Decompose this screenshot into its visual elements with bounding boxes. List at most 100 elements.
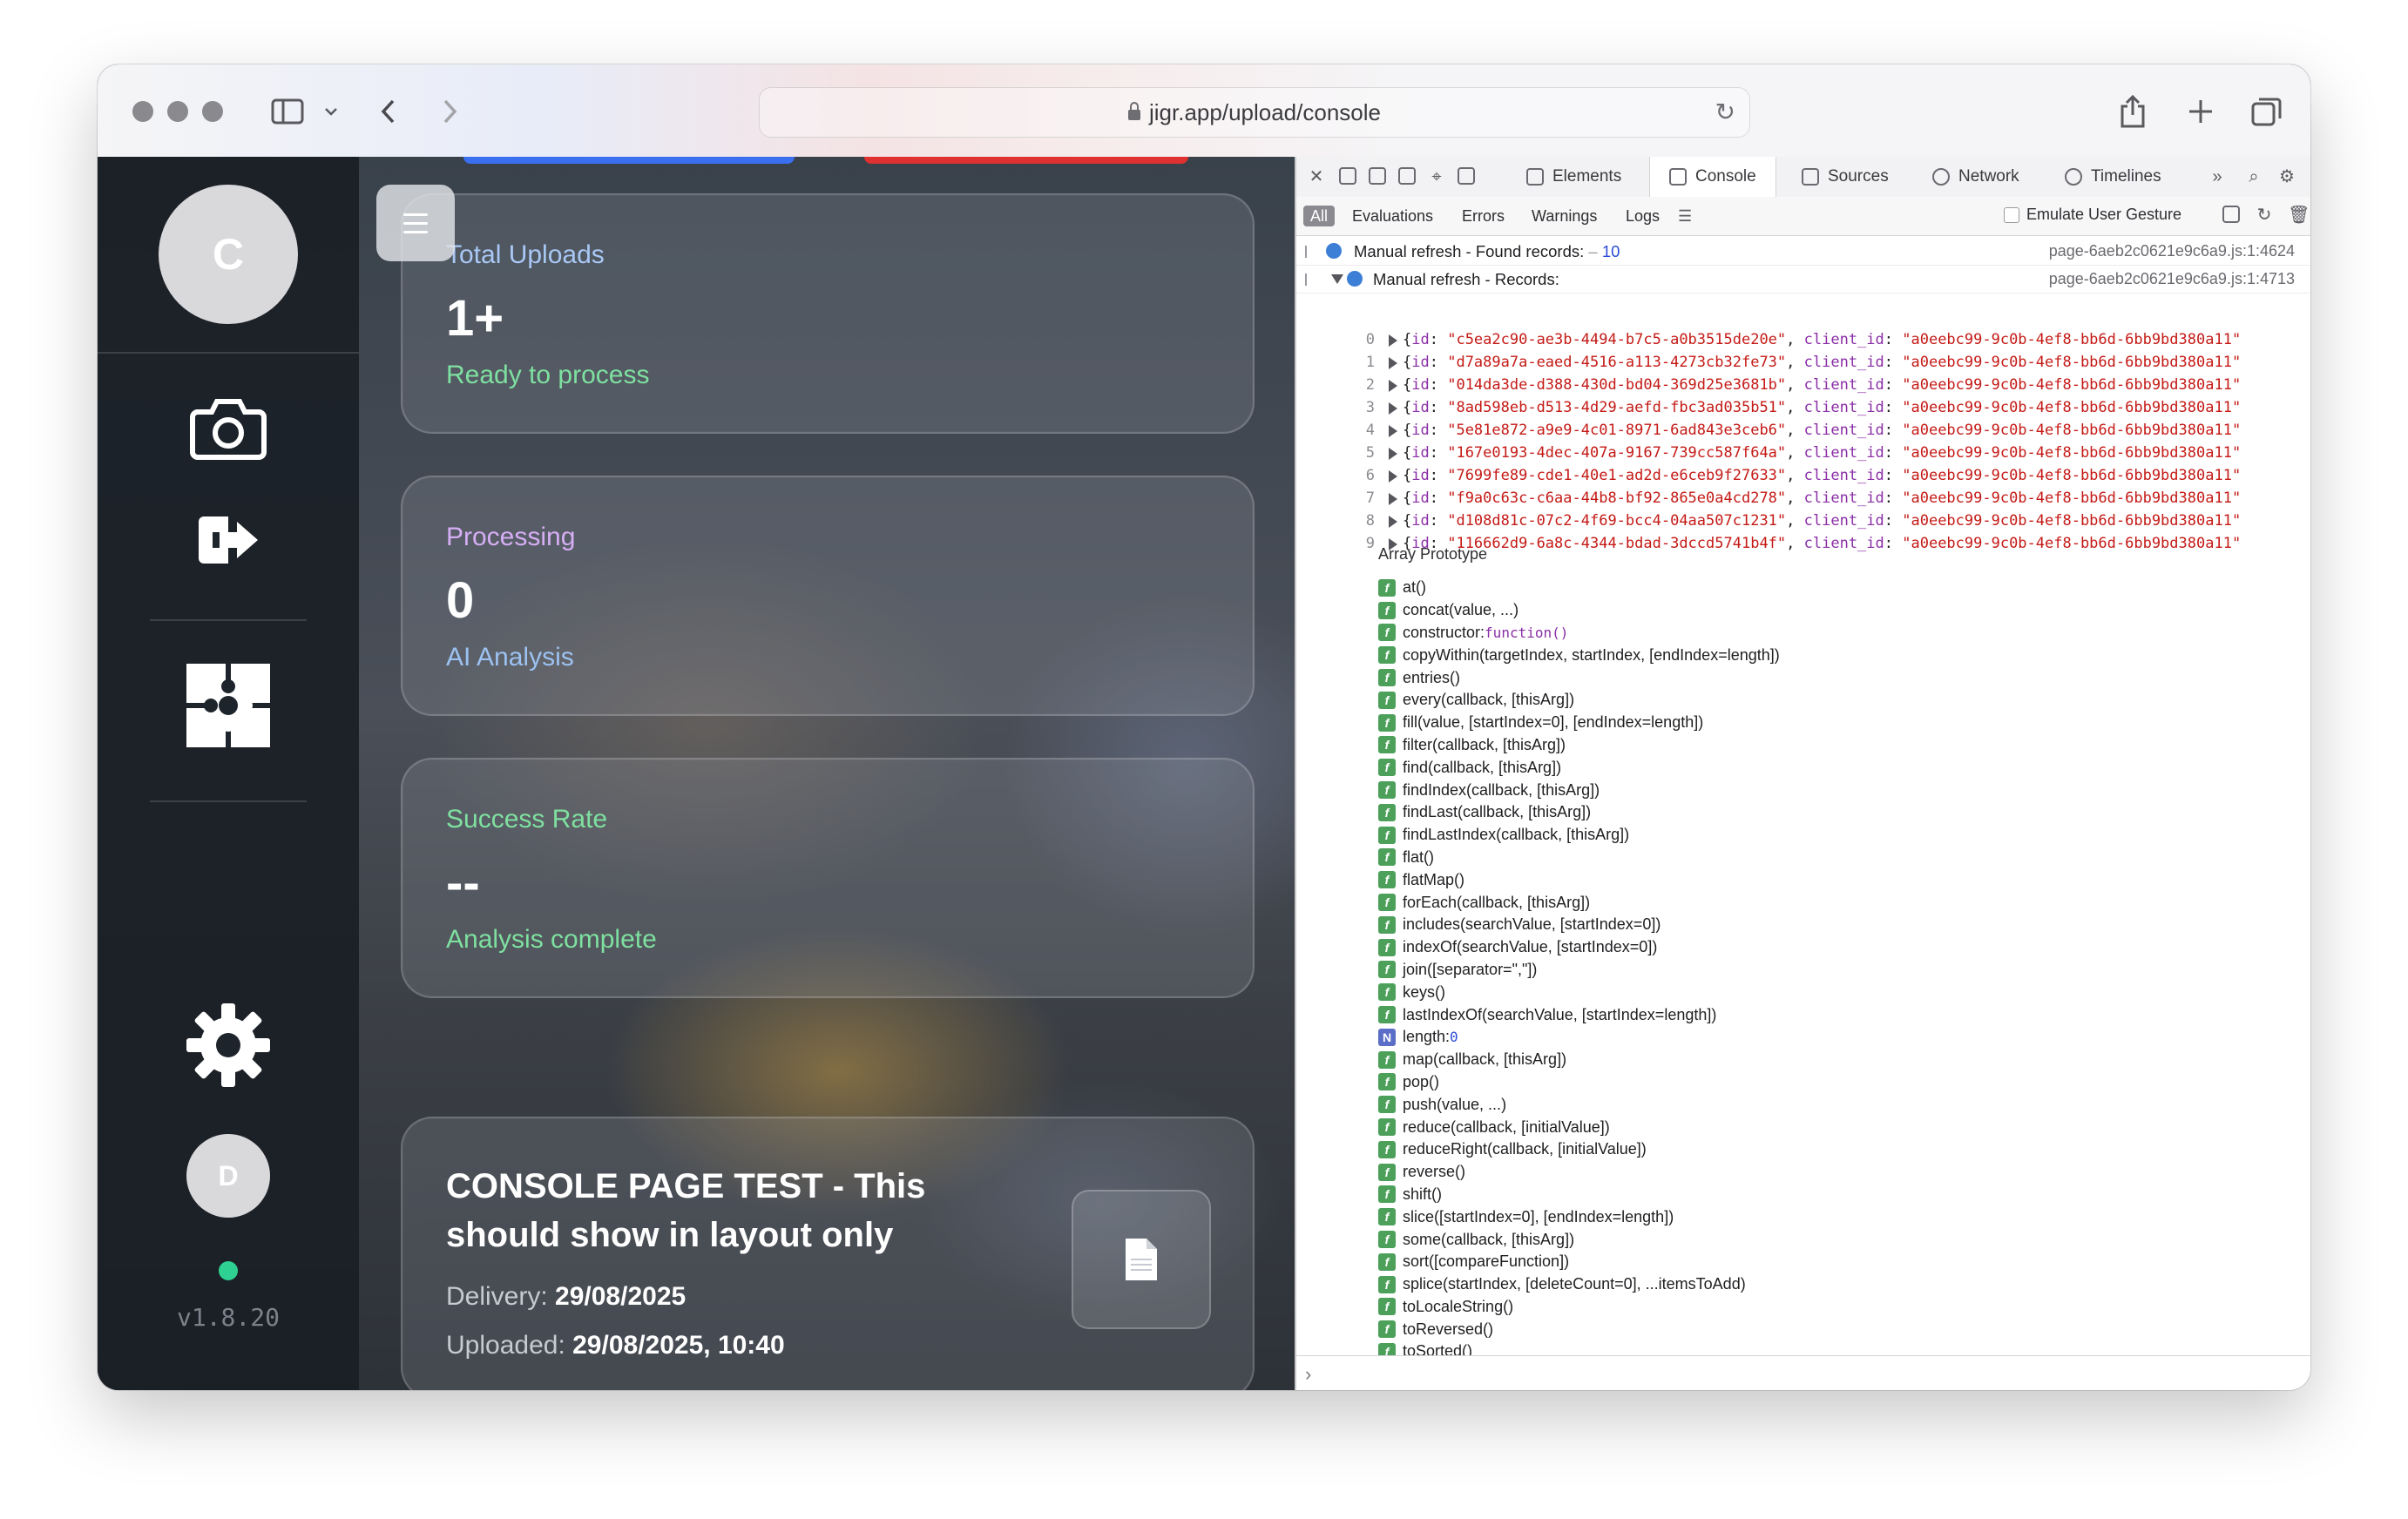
expand-triangle-icon[interactable] bbox=[1389, 448, 1397, 460]
device-icon[interactable] bbox=[1457, 167, 1476, 186]
prototype-method[interactable]: f sort([compareFunction]) bbox=[1378, 1251, 2284, 1273]
gear-icon[interactable] bbox=[185, 1002, 272, 1089]
dock-left-icon[interactable] bbox=[1338, 167, 1357, 186]
prototype-method[interactable]: f join([separator=","]) bbox=[1378, 959, 2284, 982]
filter-logs[interactable]: Logs bbox=[1626, 206, 1660, 226]
expand-triangle-icon[interactable] bbox=[1389, 402, 1397, 415]
prototype-method[interactable]: f findIndex(callback, [thisArg]) bbox=[1378, 779, 2284, 801]
refresh-icon[interactable]: ↻ bbox=[2255, 206, 2274, 225]
filter-all[interactable]: All bbox=[1303, 206, 1336, 226]
filter-warnings[interactable]: Warnings bbox=[1532, 206, 1597, 226]
gear-icon[interactable]: ⚙ bbox=[2277, 167, 2296, 186]
back-icon[interactable] bbox=[375, 92, 401, 131]
expand-triangle-icon[interactable] bbox=[1389, 425, 1397, 437]
source-link[interactable]: page-6aeb2c0621e9c6a9.js:1:4624 bbox=[2049, 242, 2295, 260]
tab-console[interactable]: Console bbox=[1649, 157, 1776, 197]
prototype-method[interactable]: f pop() bbox=[1378, 1071, 2284, 1094]
expand-triangle-icon[interactable] bbox=[1389, 380, 1397, 392]
prototype-method[interactable]: f findLast(callback, [thisArg]) bbox=[1378, 801, 2284, 824]
delivery-row: Delivery: 29/08/2025 bbox=[446, 1282, 686, 1312]
filter-errors[interactable]: Errors bbox=[1462, 206, 1505, 226]
prototype-method[interactable]: f toReversed() bbox=[1378, 1318, 2284, 1340]
open-file-button[interactable] bbox=[1072, 1190, 1211, 1329]
expand-triangle-icon[interactable] bbox=[1389, 516, 1397, 528]
prototype-method[interactable]: f at() bbox=[1378, 577, 2284, 599]
address-bar[interactable]: jigr.app/upload/console ↻ bbox=[759, 87, 1750, 138]
prototype-method[interactable]: f map(callback, [thisArg]) bbox=[1378, 1049, 2284, 1071]
function-icon: f bbox=[1378, 713, 1396, 732]
prototype-method[interactable]: f flat() bbox=[1378, 847, 2284, 869]
tab-sources[interactable]: Sources bbox=[1802, 157, 1889, 197]
tab-overview-icon[interactable] bbox=[2249, 92, 2284, 131]
tab-timelines[interactable]: Timelines bbox=[2065, 157, 2161, 197]
forward-icon[interactable] bbox=[437, 92, 463, 131]
prototype-method[interactable]: f splice(startIndex, [deleteCount=0], ...… bbox=[1378, 1273, 2284, 1296]
expand-triangle-icon[interactable] bbox=[1389, 493, 1397, 505]
menu-button[interactable] bbox=[376, 185, 455, 261]
share-icon[interactable] bbox=[2115, 92, 2150, 131]
filter-options-icon[interactable]: ☰ bbox=[1678, 206, 1692, 226]
prototype-method[interactable]: f lastIndexOf(searchValue, [startIndex=le… bbox=[1378, 1003, 2284, 1026]
prototype-method[interactable]: f findLastIndex(callback, [thisArg]) bbox=[1378, 824, 2284, 847]
prototype-method[interactable]: f includes(searchValue, [startIndex=0]) bbox=[1378, 914, 2284, 936]
prototype-method[interactable]: f filter(callback, [thisArg]) bbox=[1378, 734, 2284, 757]
prototype-method[interactable]: f reduce(callback, [initialValue]) bbox=[1378, 1116, 2284, 1138]
prototype-method[interactable]: f fill(value, [startIndex=0], [endIndex=l… bbox=[1378, 712, 2284, 734]
prototype-method[interactable]: f every(callback, [thisArg]) bbox=[1378, 689, 2284, 712]
blue-action-button[interactable] bbox=[463, 157, 795, 164]
prototype-method[interactable]: f concat(value, ...) bbox=[1378, 599, 2284, 622]
upload-card[interactable]: CONSOLE PAGE TEST - This should show in … bbox=[401, 1117, 1255, 1390]
logout-icon[interactable] bbox=[185, 505, 272, 575]
prototype-method[interactable]: f copyWithin(targetIndex, startIndex, [en… bbox=[1378, 644, 2284, 666]
emulate-user-gesture[interactable]: Emulate User Gesture bbox=[2004, 206, 2181, 224]
company-avatar[interactable]: C bbox=[159, 185, 298, 324]
tab-network[interactable]: Network bbox=[1932, 157, 2019, 197]
close-inspector-icon[interactable]: ✕ bbox=[1307, 167, 1326, 186]
minimize-window-button[interactable] bbox=[167, 101, 188, 122]
expand-triangle-icon[interactable] bbox=[1389, 334, 1397, 347]
prototype-method[interactable]: f reduceRight(callback, [initialValue]) bbox=[1378, 1138, 2284, 1161]
reload-icon[interactable]: ↻ bbox=[1715, 100, 1735, 125]
prototype-method[interactable]: f some(callback, [thisArg]) bbox=[1378, 1228, 2284, 1251]
expand-triangle-icon[interactable] bbox=[1389, 470, 1397, 483]
prototype-method[interactable]: f reverse() bbox=[1378, 1161, 2284, 1184]
stat-label: Total Uploads bbox=[446, 240, 605, 269]
chevron-down-icon[interactable] bbox=[321, 92, 342, 131]
dock-bottom-icon[interactable] bbox=[1368, 167, 1387, 186]
prototype-method[interactable]: f indexOf(searchValue, [startIndex=0]) bbox=[1378, 936, 2284, 959]
prototype-method[interactable]: f toLocaleString() bbox=[1378, 1296, 2284, 1319]
source-link[interactable]: page-6aeb2c0621e9c6a9.js:1:4713 bbox=[2049, 270, 2295, 288]
trash-icon[interactable]: 🗑 bbox=[2288, 206, 2310, 225]
prototype-method[interactable]: f constructor: function() bbox=[1378, 622, 2284, 645]
close-window-button[interactable] bbox=[132, 101, 153, 122]
detach-icon[interactable] bbox=[1397, 167, 1417, 186]
emulate-checkbox[interactable] bbox=[2004, 206, 2019, 223]
expand-triangle-icon[interactable] bbox=[1331, 274, 1343, 284]
filter-evaluations[interactable]: Evaluations bbox=[1352, 206, 1433, 226]
new-tab-icon[interactable] bbox=[2183, 92, 2218, 131]
prototype-method[interactable]: f forEach(callback, [thisArg]) bbox=[1378, 891, 2284, 914]
sidebar-toggle-icon[interactable] bbox=[268, 92, 307, 131]
prototype-method[interactable]: f flatMap() bbox=[1378, 868, 2284, 891]
tab-elements[interactable]: Elements bbox=[1526, 157, 1621, 197]
expand-triangle-icon[interactable] bbox=[1389, 357, 1397, 369]
console-prompt[interactable]: › bbox=[1296, 1355, 2310, 1390]
prototype-method[interactable]: f shift() bbox=[1378, 1184, 2284, 1206]
puzzle-icon[interactable] bbox=[185, 662, 272, 749]
more-tabs-icon[interactable]: » bbox=[2208, 167, 2227, 186]
camera-icon[interactable] bbox=[185, 387, 272, 465]
prototype-method[interactable]: f entries() bbox=[1378, 666, 2284, 689]
prototype-method[interactable]: f keys() bbox=[1378, 981, 2284, 1003]
sidebar-divider bbox=[150, 619, 307, 621]
prototype-method[interactable]: Nlength: 0 bbox=[1378, 1026, 2284, 1049]
script-icon[interactable] bbox=[2222, 206, 2241, 225]
zoom-window-button[interactable] bbox=[202, 101, 223, 122]
red-action-button[interactable] bbox=[864, 157, 1188, 164]
prototype-method[interactable]: f push(value, ...) bbox=[1378, 1093, 2284, 1116]
element-picker-icon[interactable]: ⌖ bbox=[1427, 167, 1446, 186]
prototype-method[interactable]: f slice([startIndex=0], [endIndex=length]… bbox=[1378, 1205, 2284, 1228]
tab-label: Sources bbox=[1828, 167, 1889, 186]
prototype-method[interactable]: f find(callback, [thisArg]) bbox=[1378, 756, 2284, 779]
user-avatar[interactable]: D bbox=[186, 1134, 270, 1218]
search-icon[interactable]: ⌕ bbox=[2244, 167, 2263, 186]
